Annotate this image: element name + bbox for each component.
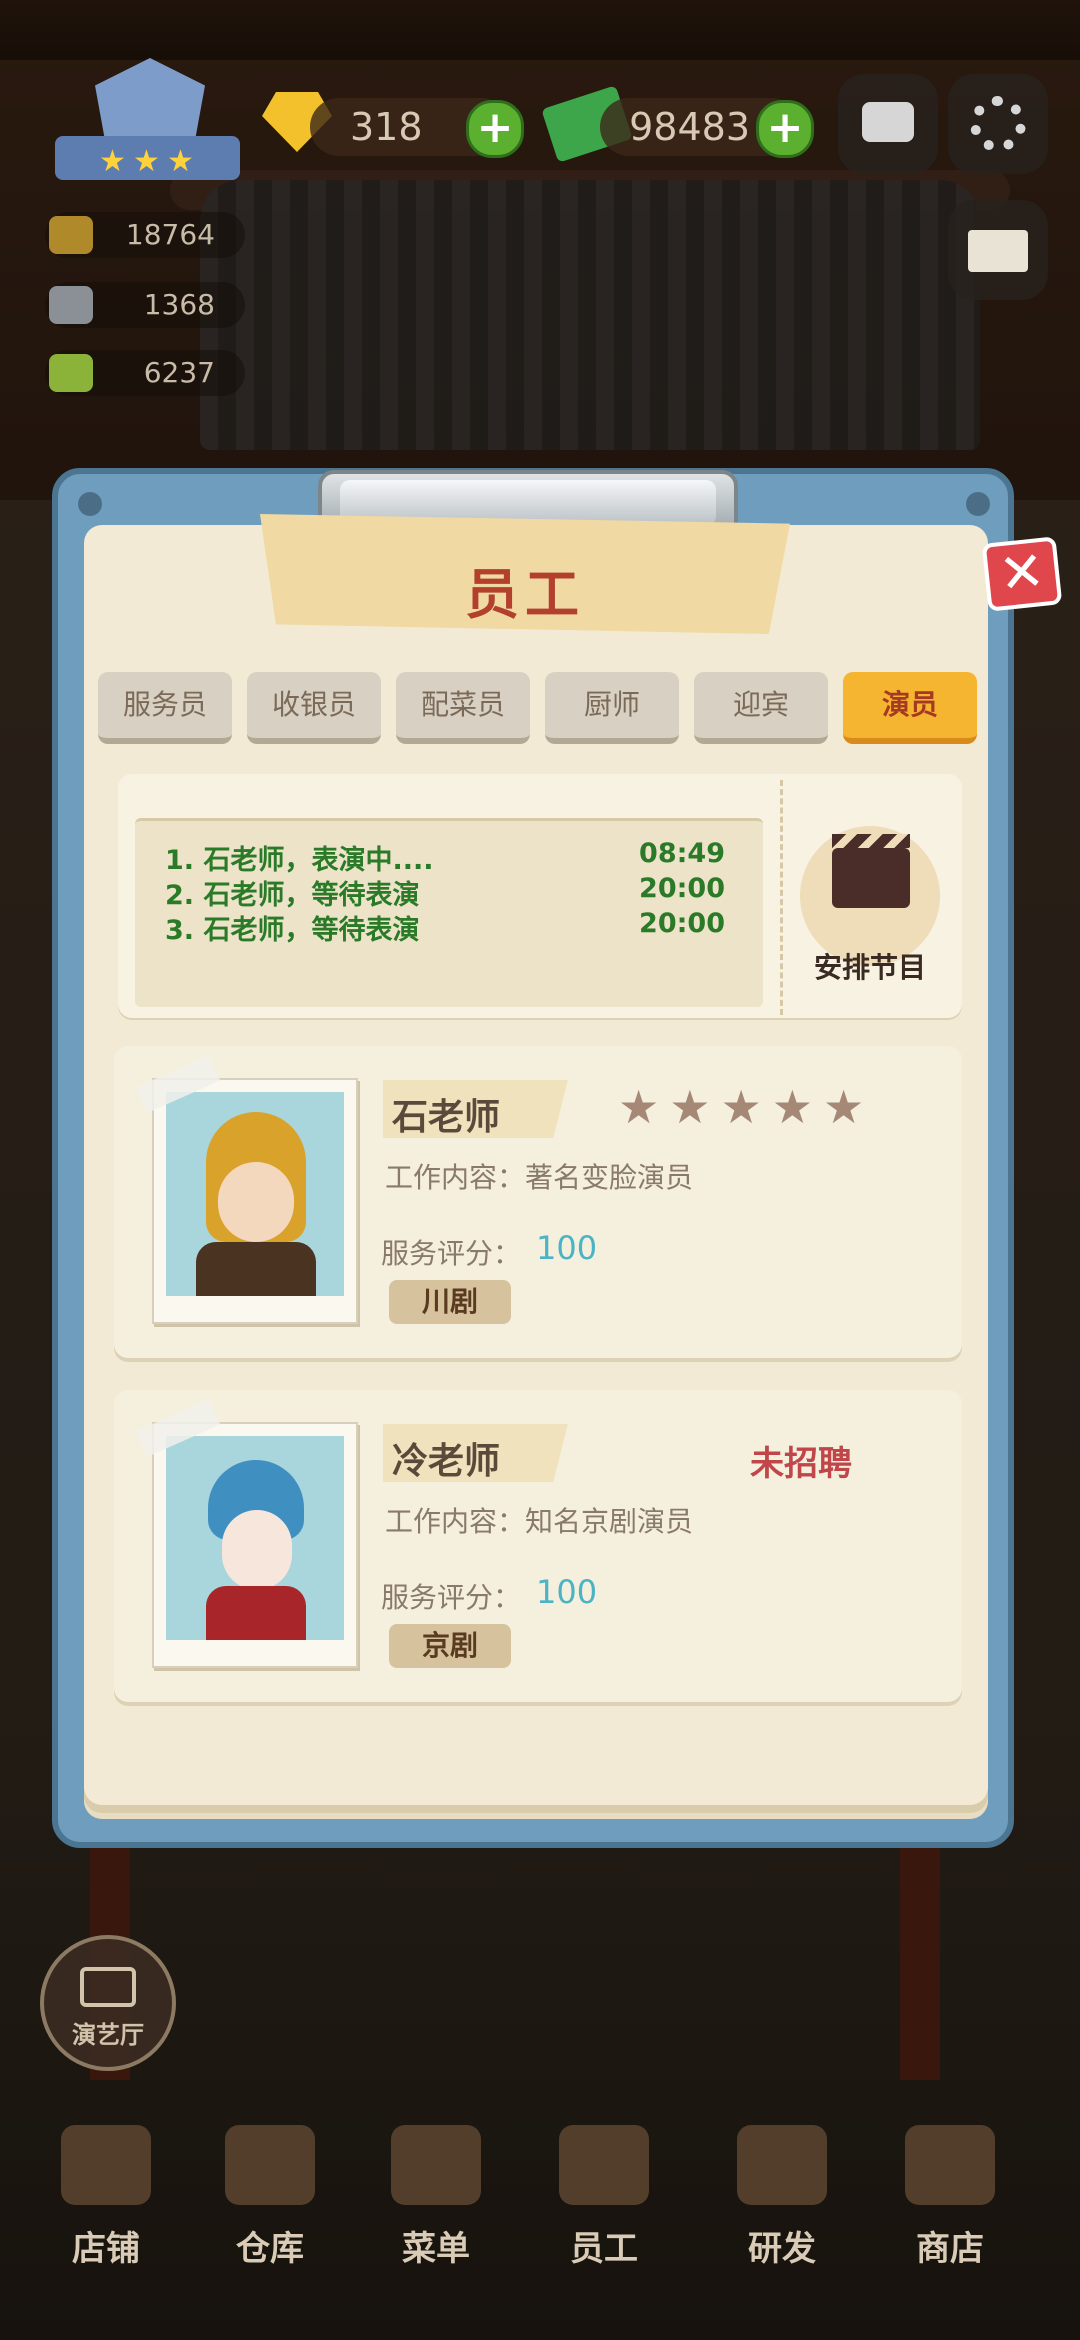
queue-item: 3. 石老师，等待表演 20:00: [165, 908, 725, 947]
dialog-title: 员工: [465, 563, 585, 626]
settings-button[interactable]: [948, 74, 1048, 174]
arrange-program-label[interactable]: 安排节目: [790, 946, 950, 986]
queue-item-text: 2. 石老师，等待表演: [165, 880, 420, 911]
help-book-button[interactable]: [948, 200, 1048, 300]
nav-label: 商店: [916, 2229, 984, 2269]
portrait-background: [166, 1092, 344, 1296]
nav-label: 员工: [570, 2229, 638, 2269]
theater-icon: [80, 1967, 136, 2007]
theater-hall-button[interactable]: [40, 1935, 176, 2071]
queue-item-time: 20:00: [639, 908, 725, 939]
nav-label: 研发: [748, 2229, 816, 2269]
tab-performer[interactable]: 演员: [843, 672, 977, 744]
close-x-icon: ✕: [996, 538, 1048, 607]
help-book-icon: [968, 230, 1028, 272]
camera-button[interactable]: [838, 74, 938, 174]
star-icon: ★: [133, 144, 160, 179]
face-icon: [218, 1162, 294, 1242]
service-score-value: 100: [536, 1229, 598, 1267]
service-score-label: 服务评分：: [381, 1581, 522, 1614]
add-gems-button[interactable]: +: [466, 100, 524, 158]
nav-shop-front[interactable]: 店铺: [36, 2125, 176, 2269]
performer-portrait: [152, 1078, 358, 1324]
genre-badge: 川剧: [389, 1280, 511, 1324]
queue-item: 1. 石老师，表演中.... 08:49: [165, 838, 725, 877]
stat-row: 6237: [45, 350, 245, 396]
stat-value: 6237: [143, 356, 215, 389]
nav-staff[interactable]: 员工: [534, 2125, 674, 2269]
nav-menu[interactable]: 菜单: [366, 2125, 506, 2269]
stat-value: 1368: [143, 288, 215, 321]
tab-greeter[interactable]: 迎宾: [694, 672, 828, 744]
add-cash-button[interactable]: +: [756, 100, 814, 158]
performer-name: 冷老师: [392, 1441, 501, 1482]
book-icon: [49, 354, 93, 392]
tab-cashier[interactable]: 收银员: [247, 672, 381, 744]
screw-icon: [966, 492, 990, 516]
portrait-background: [166, 1436, 344, 1640]
theater-hall-label[interactable]: 演艺厅: [40, 2015, 176, 2050]
clapperboard-icon: [832, 834, 910, 908]
storefront-icon: [61, 2125, 151, 2205]
cooking-wok-icon: [737, 2125, 827, 2205]
tab-prep-cook[interactable]: 配菜员: [396, 672, 530, 744]
genre-badge: 京剧: [389, 1624, 511, 1668]
staff-character-icon: [559, 2125, 649, 2205]
screw-icon: [78, 492, 102, 516]
gems-value: 318: [350, 105, 423, 149]
nav-label: 仓库: [236, 2229, 304, 2269]
nav-store[interactable]: 商店: [880, 2125, 1020, 2269]
settings-gear-icon: [970, 96, 1026, 152]
stat-value: 18764: [125, 218, 215, 251]
star-icon: ★: [167, 144, 194, 179]
rating-stars: ★★★★★: [618, 1080, 875, 1134]
camera-icon: [862, 102, 914, 142]
performer-description: 工作内容：知名京剧演员: [385, 1505, 694, 1538]
nav-label: 菜单: [402, 2229, 470, 2269]
queue-item: 2. 石老师，等待表演 20:00: [165, 873, 725, 912]
menu-clipboard-icon: [391, 2125, 481, 2205]
hire-status: 未招聘: [750, 1444, 852, 1484]
nav-research[interactable]: 研发: [712, 2125, 852, 2269]
warehouse-boxes-icon: [225, 2125, 315, 2205]
dish-cover-icon: [49, 286, 93, 324]
performer-description: 工作内容：著名变脸演员: [385, 1161, 694, 1194]
stat-row: 18764: [45, 212, 245, 258]
nav-warehouse[interactable]: 仓库: [200, 2125, 340, 2269]
queue-item-time: 20:00: [639, 873, 725, 904]
costume-icon: [196, 1242, 316, 1296]
tab-waiter[interactable]: 服务员: [98, 672, 232, 744]
star-icon: ★: [99, 144, 126, 179]
service-score-value: 100: [536, 1573, 598, 1611]
service-score-label: 服务评分：: [381, 1237, 522, 1270]
stat-row: 1368: [45, 282, 245, 328]
performer-name: 石老师: [392, 1097, 501, 1138]
queue-item-time: 08:49: [639, 838, 725, 869]
level-badge-icon[interactable]: ★ ★ ★: [55, 58, 240, 188]
cash-value: 98483: [629, 105, 750, 149]
store-stall-icon: [905, 2125, 995, 2205]
face-icon: [222, 1510, 292, 1590]
queue-item-text: 1. 石老师，表演中....: [165, 845, 434, 876]
nav-label: 店铺: [72, 2229, 140, 2269]
performer-portrait: [152, 1422, 358, 1668]
staff-tabs: 服务员 收银员 配菜员 厨师 迎宾 演员: [98, 672, 980, 746]
divider: [780, 780, 783, 1015]
trophy-icon: [49, 216, 93, 254]
costume-icon: [206, 1586, 306, 1640]
close-button[interactable]: ✕: [981, 536, 1063, 612]
queue-item-text: 3. 石老师，等待表演: [165, 915, 420, 946]
tab-chef[interactable]: 厨师: [545, 672, 679, 744]
